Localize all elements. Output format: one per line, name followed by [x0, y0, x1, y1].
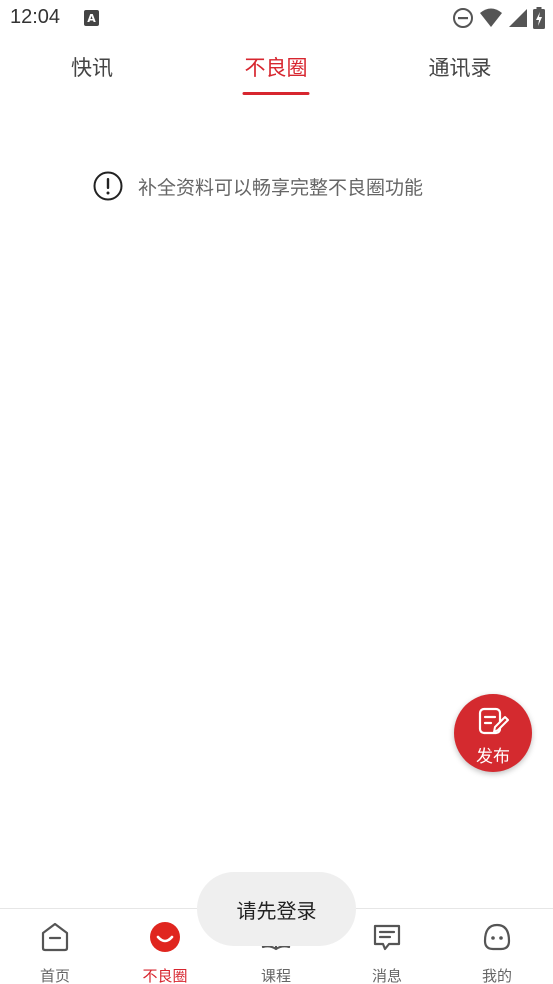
tab-circle[interactable]: 不良圈 — [242, 52, 310, 95]
tab-label: 快讯 — [71, 56, 113, 80]
smile-circle-icon — [150, 922, 180, 952]
tab-label: 不良圈 — [244, 56, 308, 80]
publish-label: 发布 — [476, 747, 510, 767]
nav-label: 不良圈 — [142, 967, 188, 984]
login-toast: 请先登录 — [197, 872, 356, 946]
status-time: 12:04 — [10, 6, 61, 28]
message-icon — [373, 924, 401, 951]
tab-contacts[interactable]: 通讯录 — [429, 52, 492, 82]
tab-label: 通讯录 — [428, 56, 492, 80]
nav-label: 课程 — [260, 967, 291, 984]
nav-label: 我的 — [481, 967, 512, 984]
profile-incomplete-notice[interactable]: 补全资料可以畅享完整不良圈功能 — [93, 171, 423, 201]
status-bar: 12:04 A — [0, 0, 553, 36]
active-tab-underline — [242, 92, 310, 95]
nav-label: 首页 — [39, 967, 70, 984]
signal-icon — [509, 9, 527, 27]
do-not-disturb-icon — [453, 8, 473, 28]
status-icons — [452, 7, 545, 29]
nav-label: 消息 — [371, 967, 402, 984]
wifi-icon — [480, 8, 502, 27]
home-icon — [41, 922, 69, 952]
profile-blob-icon — [483, 923, 511, 951]
exclamation-circle-icon — [93, 171, 123, 201]
toast-text: 请先登录 — [236, 898, 317, 923]
battery-charging-icon — [533, 7, 545, 29]
edit-note-icon — [478, 707, 509, 735]
nav-home[interactable]: 首页 — [0, 909, 110, 984]
notice-text: 补全资料可以畅享完整不良圈功能 — [138, 176, 424, 199]
publish-button[interactable]: 发布 — [454, 694, 532, 772]
nav-profile[interactable]: 我的 — [442, 909, 552, 984]
a-notification-icon: A — [84, 10, 99, 26]
tab-news[interactable]: 快讯 — [71, 52, 113, 82]
top-tabs: 快讯 不良圈 通讯录 — [0, 52, 553, 102]
svg-text:A: A — [87, 12, 96, 25]
